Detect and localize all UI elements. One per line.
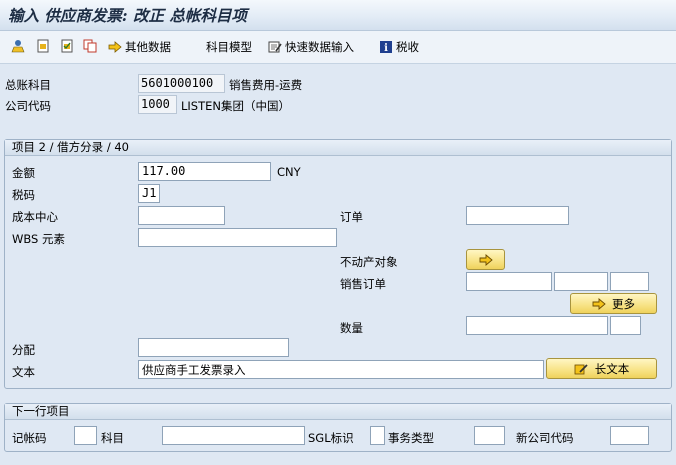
quantity-unit-input[interactable] — [610, 316, 641, 335]
amount-label: 金额 — [12, 166, 35, 180]
document-check-icon[interactable] — [60, 39, 74, 53]
svg-text:i: i — [384, 43, 388, 54]
edit-list-icon — [268, 41, 282, 53]
tax-code-label: 税码 — [12, 188, 35, 202]
amount-input[interactable]: 117.00 — [138, 162, 271, 181]
copy-icon[interactable] — [83, 39, 97, 53]
trans-type-input[interactable] — [474, 426, 505, 445]
wbs-input[interactable] — [138, 228, 337, 247]
sales-order-label: 销售订单 — [340, 277, 386, 291]
tax-label: 税收 — [396, 40, 419, 54]
sales-order-item-input[interactable] — [554, 272, 608, 291]
company-code-desc: LISTEN集团（中国） — [181, 99, 290, 113]
long-text-label: 长文本 — [594, 361, 630, 376]
trans-type-label: 事务类型 — [388, 431, 434, 445]
user-icon[interactable] — [11, 39, 25, 53]
arrow-right-icon — [479, 253, 493, 266]
assignment-input[interactable] — [138, 338, 289, 357]
toolbar: 其他数据 科目模型 快速数据输入 i 税收 — [0, 31, 676, 64]
order-label: 订单 — [340, 210, 363, 224]
title-bar: 输入 供应商发票: 改正 总帐科目项 — [0, 0, 676, 31]
next-item-group-title: 下一行项目 — [5, 404, 671, 420]
gl-account-label: 总账科目 — [5, 78, 51, 92]
quantity-input[interactable] — [466, 316, 608, 335]
long-text-button[interactable]: 长文本 — [546, 358, 657, 379]
info-icon: i — [380, 41, 392, 54]
currency-label: CNY — [277, 165, 301, 179]
item-group: 项目 2 / 借方分录 / 40 — [4, 139, 672, 389]
arrow-right-icon — [108, 41, 122, 53]
fast-entry-button[interactable]: 快速数据输入 — [268, 39, 354, 55]
company-code-value: 1000 — [138, 95, 177, 114]
text-label: 文本 — [12, 365, 35, 379]
order-input[interactable] — [466, 206, 569, 225]
arrow-right-icon — [592, 297, 606, 310]
cost-center-input[interactable] — [138, 206, 225, 225]
item-group-title: 项目 2 / 借方分录 / 40 — [5, 140, 671, 156]
other-data-button[interactable]: 其他数据 — [108, 39, 171, 55]
sales-order-input[interactable] — [466, 272, 552, 291]
posting-key-input[interactable] — [74, 426, 97, 445]
account-label: 科目 — [101, 431, 124, 445]
text-input[interactable]: 供应商手工发票录入 — [138, 360, 544, 379]
new-company-label: 新公司代码 — [516, 431, 574, 445]
cost-center-label: 成本中心 — [12, 210, 58, 224]
other-data-label: 其他数据 — [125, 40, 171, 54]
new-company-input[interactable] — [610, 426, 649, 445]
pencil-note-icon — [574, 363, 588, 374]
gl-account-desc: 销售费用-运费 — [229, 78, 303, 92]
sgl-label: SGL标识 — [308, 431, 354, 445]
sales-order-schedule-input[interactable] — [610, 272, 649, 291]
account-model-button[interactable]: 科目模型 — [206, 39, 252, 55]
account-model-label: 科目模型 — [206, 40, 252, 54]
assignment-label: 分配 — [12, 343, 35, 357]
document-sim-icon[interactable] — [36, 39, 50, 53]
more-label: 更多 — [612, 296, 635, 311]
sgl-input[interactable] — [370, 426, 385, 445]
posting-key-label: 记帐码 — [12, 431, 47, 445]
quantity-label: 数量 — [340, 321, 363, 335]
gl-account-value: 5601000100 — [138, 74, 225, 93]
more-button[interactable]: 更多 — [570, 293, 657, 314]
wbs-label: WBS 元素 — [12, 232, 66, 246]
real-estate-label: 不动产对象 — [340, 255, 398, 269]
tax-code-input[interactable]: J1 — [138, 184, 160, 203]
page-title: 输入 供应商发票: 改正 总帐科目项 — [8, 6, 247, 25]
fast-entry-label: 快速数据输入 — [285, 40, 354, 54]
account-input[interactable] — [162, 426, 305, 445]
real-estate-button[interactable] — [466, 249, 505, 270]
company-code-label: 公司代码 — [5, 99, 51, 113]
tax-button[interactable]: i 税收 — [379, 39, 419, 55]
